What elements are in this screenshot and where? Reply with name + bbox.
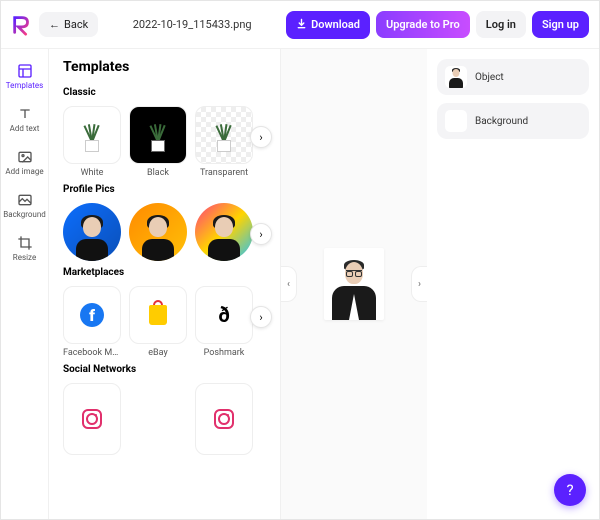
layer-object[interactable]: Object	[437, 59, 589, 95]
canvas-prev-button[interactable]: ‹	[281, 266, 297, 302]
login-button[interactable]: Log in	[476, 11, 526, 38]
signup-label: Sign up	[542, 18, 579, 31]
body: Templates Add text Add image Background	[1, 49, 599, 519]
rail-label: Templates	[6, 81, 43, 90]
rail-label: Background	[3, 210, 46, 219]
template-facebook: f Facebook Ma...	[63, 286, 121, 358]
image-icon	[17, 149, 33, 165]
arrow-left-icon: ←	[49, 18, 60, 31]
profile-template-2[interactable]	[129, 203, 187, 261]
canvas[interactable]: ‹ ›	[281, 49, 427, 519]
login-label: Log in	[486, 18, 516, 31]
background-icon	[17, 192, 33, 208]
text-icon	[17, 106, 33, 122]
template-white: White	[63, 106, 121, 178]
rail-label: Add text	[10, 124, 40, 133]
template-poshmark: ð Poshmark	[195, 286, 253, 358]
template-black: Black	[129, 106, 187, 178]
section-profile-title: Profile Pics	[63, 184, 268, 195]
layer-background-thumb	[445, 110, 467, 132]
upgrade-label: Upgrade to Pro	[386, 18, 460, 31]
chevron-right-icon: ›	[259, 131, 262, 144]
back-label: Back	[64, 18, 88, 31]
app-root: ← Back 2022-10-19_115433.png Download Up…	[0, 0, 600, 520]
social-template-2[interactable]	[195, 383, 253, 455]
template-ebay-label: eBay	[129, 348, 187, 358]
crop-icon	[17, 235, 33, 251]
template-white-thumb[interactable]	[63, 106, 121, 164]
layer-background[interactable]: Background	[437, 103, 589, 139]
facebook-icon: f	[80, 303, 104, 327]
header-actions: Download Upgrade to Pro Log in Sign up	[286, 11, 589, 39]
rail-resize[interactable]: Resize	[1, 227, 49, 270]
template-transparent-label: Transparent	[195, 168, 253, 178]
back-button[interactable]: ← Back	[39, 12, 98, 37]
instagram-icon	[82, 409, 102, 429]
rail-templates[interactable]: Templates	[1, 55, 49, 98]
canvas-next-button[interactable]: ›	[411, 266, 427, 302]
templates-panel[interactable]: Templates Classic White Black	[49, 49, 281, 519]
template-black-label: Black	[129, 168, 187, 178]
template-transparent-thumb[interactable]	[195, 106, 253, 164]
classic-row: White Black Transparent ›	[63, 106, 268, 178]
layer-object-label: Object	[475, 72, 504, 83]
template-white-label: White	[63, 168, 121, 178]
rail-add-image[interactable]: Add image	[1, 141, 49, 184]
ebay-icon	[149, 305, 167, 325]
social-template-1[interactable]	[63, 383, 121, 455]
marketplaces-next-button[interactable]: ›	[250, 306, 272, 328]
template-transparent: Transparent	[195, 106, 253, 178]
rail-add-text[interactable]: Add text	[1, 98, 49, 141]
layer-background-label: Background	[475, 116, 528, 127]
download-icon	[296, 18, 307, 32]
download-button[interactable]: Download	[286, 11, 370, 39]
templates-icon	[17, 63, 33, 79]
help-icon: ?	[566, 481, 573, 499]
profile-template-1[interactable]	[63, 203, 121, 261]
subject-person	[328, 256, 380, 320]
template-poshmark-label: Poshmark	[195, 348, 253, 358]
classic-next-button[interactable]: ›	[250, 126, 272, 148]
template-ebay-thumb[interactable]	[129, 286, 187, 344]
left-rail: Templates Add text Add image Background	[1, 49, 49, 519]
rail-label: Resize	[13, 253, 36, 262]
profile-next-button[interactable]: ›	[250, 223, 272, 245]
chevron-left-icon: ‹	[287, 279, 290, 290]
instagram-icon	[214, 409, 234, 429]
canvas-image[interactable]	[324, 248, 384, 320]
template-facebook-thumb[interactable]: f	[63, 286, 121, 344]
help-button[interactable]: ?	[554, 474, 586, 506]
template-ebay: eBay	[129, 286, 187, 358]
filename: 2022-10-19_115433.png	[104, 18, 280, 31]
section-marketplaces-title: Marketplaces	[63, 267, 268, 278]
template-black-thumb[interactable]	[129, 106, 187, 164]
signup-button[interactable]: Sign up	[532, 11, 589, 38]
header: ← Back 2022-10-19_115433.png Download Up…	[1, 1, 599, 49]
chevron-right-icon: ›	[418, 279, 421, 290]
layer-object-thumb	[445, 66, 467, 88]
download-label: Download	[311, 18, 360, 31]
profile-template-3[interactable]	[195, 203, 253, 261]
section-social-title: Social Networks	[63, 364, 268, 375]
marketplaces-row: f Facebook Ma... eBay ð Poshmark ›	[63, 286, 268, 358]
social-row	[63, 383, 268, 455]
template-facebook-label: Facebook Ma...	[63, 348, 121, 358]
poshmark-icon: ð	[218, 303, 230, 327]
chevron-right-icon: ›	[259, 228, 262, 241]
template-poshmark-thumb[interactable]: ð	[195, 286, 253, 344]
upgrade-button[interactable]: Upgrade to Pro	[376, 11, 470, 38]
chevron-right-icon: ›	[259, 311, 262, 324]
section-classic-title: Classic	[63, 87, 268, 98]
rail-label: Add image	[5, 167, 43, 176]
panel-title: Templates	[63, 59, 268, 75]
rail-background[interactable]: Background	[1, 184, 49, 227]
profile-row: ›	[63, 203, 268, 261]
layers-panel: Object Background	[427, 49, 599, 519]
app-logo[interactable]	[11, 14, 33, 36]
